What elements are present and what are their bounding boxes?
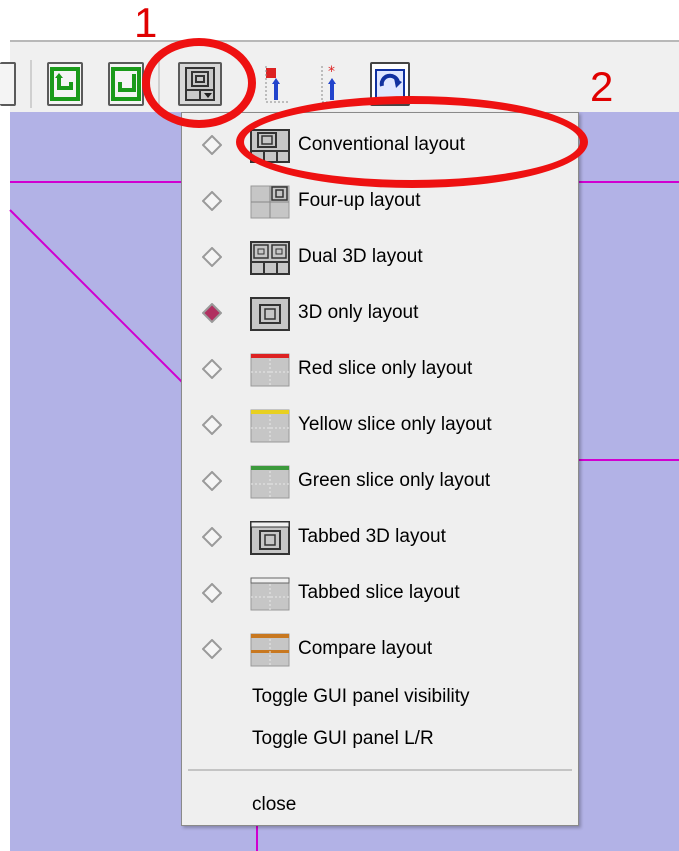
dual-3d-layout-icon: [250, 241, 290, 275]
radio-unselected-icon: [202, 415, 222, 435]
menu-item-green-slice-only-layout[interactable]: Green slice only layout: [182, 453, 578, 509]
green-slice-layout-icon: [250, 465, 290, 499]
menu-item-toggle-gui-lr[interactable]: Toggle GUI panel L/R: [252, 728, 434, 750]
radio-unselected-icon: [202, 639, 222, 659]
menu-item-compare-layout[interactable]: Compare layout: [182, 621, 578, 677]
callout-number-2: 2: [590, 63, 614, 110]
menu-item-3d-only-layout[interactable]: 3D only layout: [182, 285, 578, 341]
menu-item-label: 3D only layout: [298, 302, 419, 323]
compare-layout-icon: [250, 633, 290, 667]
tabbed-slice-layout-icon: [250, 577, 290, 611]
callout-number-1: 1: [134, 0, 158, 46]
four-up-layout-icon: [250, 185, 290, 219]
yellow-slice-layout-icon: [250, 409, 290, 443]
menu-item-label: Red slice only layout: [298, 358, 473, 379]
menu-item-close[interactable]: close: [252, 794, 296, 816]
radio-selected-icon: [202, 303, 222, 323]
radio-unselected-icon: [202, 135, 222, 155]
menu-item-tabbed-slice-layout[interactable]: Tabbed slice layout: [182, 565, 578, 621]
radio-unselected-icon: [202, 359, 222, 379]
menu-item-dual-3d-layout[interactable]: Dual 3D layout: [182, 229, 578, 285]
red-slice-layout-icon: [250, 353, 290, 387]
menu-item-label: Yellow slice only layout: [298, 414, 492, 435]
radio-unselected-icon: [202, 471, 222, 491]
radio-unselected-icon: [202, 191, 222, 211]
menu-item-tabbed-3d-layout[interactable]: Tabbed 3D layout: [182, 509, 578, 565]
3d-only-layout-icon: [250, 297, 290, 331]
menu-separator: [188, 769, 572, 771]
menu-item-label: Compare layout: [298, 638, 433, 659]
menu-item-label: Green slice only layout: [298, 470, 491, 491]
menu-item-yellow-slice-only-layout[interactable]: Yellow slice only layout: [182, 397, 578, 453]
menu-item-label: Tabbed 3D layout: [298, 526, 446, 547]
annotation-circle-1: [142, 38, 256, 128]
menu-item-label: Tabbed slice layout: [298, 582, 460, 603]
radio-unselected-icon: [202, 583, 222, 603]
menu-item-toggle-gui-visibility[interactable]: Toggle GUI panel visibility: [252, 686, 470, 708]
menu-item-label: Four-up layout: [298, 190, 421, 211]
radio-unselected-icon: [202, 527, 222, 547]
menu-item-label: Dual 3D layout: [298, 246, 423, 267]
layout-dropdown-menu: Conventional layout Four-up layout Dual …: [181, 112, 579, 826]
annotation-circle-2: [236, 96, 588, 188]
menu-item-red-slice-only-layout[interactable]: Red slice only layout: [182, 341, 578, 397]
radio-unselected-icon: [202, 247, 222, 267]
tabbed-3d-layout-icon: [250, 521, 290, 555]
